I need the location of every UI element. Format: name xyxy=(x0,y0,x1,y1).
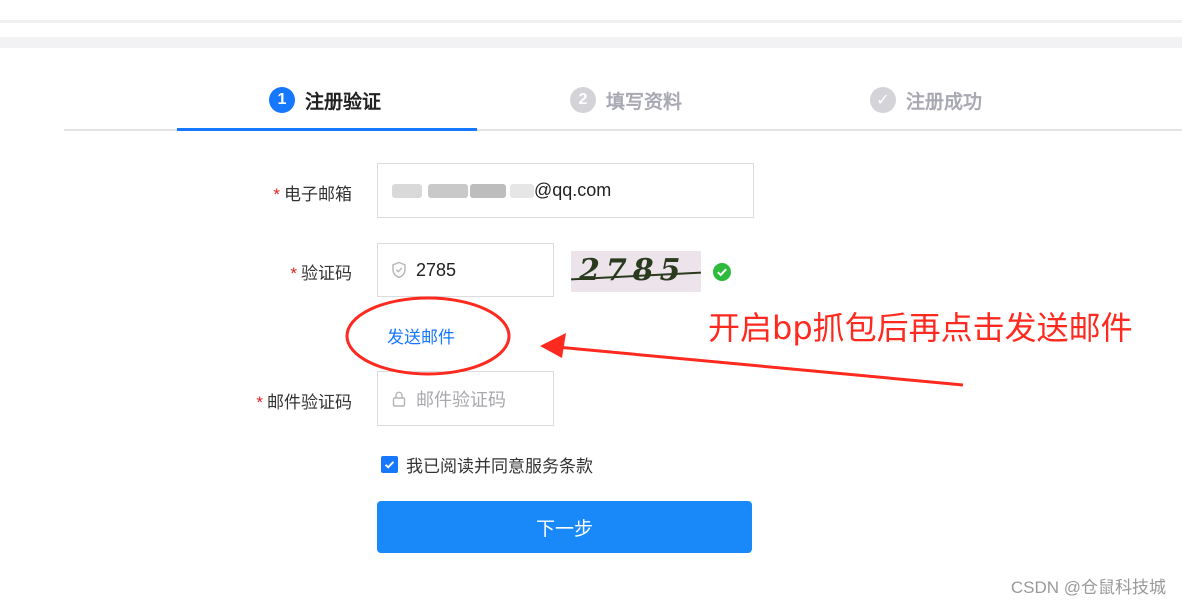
mail-code-field[interactable]: 邮件验证码 xyxy=(377,371,554,426)
annotation-text: 开启bp抓包后再点击发送邮件 xyxy=(708,309,1133,347)
step-label: 填写资料 xyxy=(606,91,683,113)
mail-code-placeholder: 邮件验证码 xyxy=(416,389,506,410)
send-mail-link[interactable]: 发送邮件 xyxy=(387,323,455,348)
step-number-1: 1 xyxy=(269,87,295,113)
watermark: CSDN @仓鼠科技城 xyxy=(1010,578,1166,597)
agreement-checkbox[interactable]: 我已阅读并同意服务条款 xyxy=(381,452,593,477)
mail-code-label: * 邮件验证码 xyxy=(256,393,352,412)
lock-icon xyxy=(390,390,408,408)
next-step-button[interactable]: 下一步 xyxy=(377,501,752,553)
email-field[interactable]: @qq.com xyxy=(377,163,754,218)
email-domain: @qq.com xyxy=(534,180,612,200)
captcha-field[interactable]: 2785 xyxy=(377,243,554,297)
checkbox-checked-icon[interactable] xyxy=(381,456,398,473)
annotation-arrow-line xyxy=(545,344,964,387)
redacted-text xyxy=(392,183,422,198)
step-register-verify: 1 注册验证 xyxy=(269,86,381,114)
top-divider xyxy=(0,20,1182,23)
email-label: * 电子邮箱 xyxy=(273,185,352,204)
arrow-head-icon xyxy=(540,333,566,358)
captcha-value: 2785 xyxy=(416,259,457,280)
step-register-success: ✓ 注册成功 xyxy=(870,86,982,114)
check-circle-icon xyxy=(712,262,732,282)
required-mark: * xyxy=(256,393,263,412)
step-label: 注册验证 xyxy=(305,91,382,113)
active-step-indicator xyxy=(177,128,477,131)
redacted-text xyxy=(428,183,468,198)
check-icon: ✓ xyxy=(870,87,896,113)
captcha-label: * 验证码 xyxy=(290,264,352,283)
captcha-image[interactable]: 2785 xyxy=(571,251,701,292)
redacted-text xyxy=(510,183,534,198)
step-label: 注册成功 xyxy=(906,91,983,113)
step-fill-profile: 2 填写资料 xyxy=(570,86,682,114)
captcha-image-text: 2785 xyxy=(579,253,687,288)
required-mark: * xyxy=(273,185,280,204)
agreement-text: 我已阅读并同意服务条款 xyxy=(406,457,593,476)
required-mark: * xyxy=(290,264,297,283)
shield-icon xyxy=(390,261,408,279)
top-band xyxy=(0,37,1182,48)
step-number-2: 2 xyxy=(570,87,596,113)
redacted-text xyxy=(470,183,506,198)
